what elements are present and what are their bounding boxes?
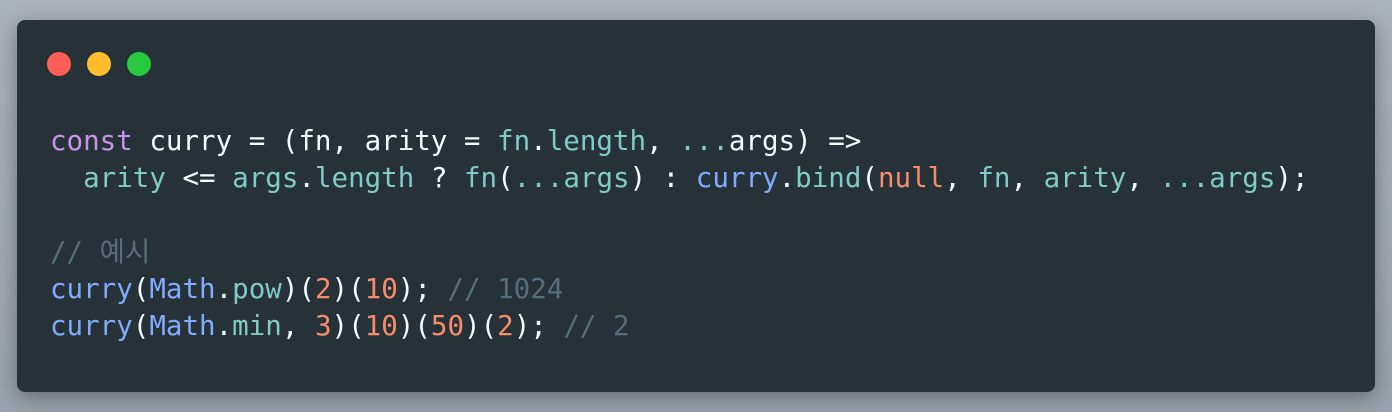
code-token: 3 xyxy=(314,310,332,342)
code-token: <= xyxy=(165,162,233,194)
code-token: ... xyxy=(679,125,729,157)
code-token: ... xyxy=(513,162,564,194)
code-token: 50 xyxy=(430,310,465,342)
code-token: ); xyxy=(397,273,448,305)
code-token: Math xyxy=(149,273,216,305)
code-token: )( xyxy=(464,310,498,342)
code-token: bind xyxy=(795,162,862,194)
close-dot-icon[interactable] xyxy=(47,52,71,76)
code-token: fn xyxy=(463,162,498,194)
code-token: )( xyxy=(397,310,431,342)
code-token: , xyxy=(281,310,315,342)
code-comment: // 1024 xyxy=(447,273,564,305)
code-token: null xyxy=(877,162,945,194)
code-comment: // 예시 xyxy=(50,236,151,268)
code-token: args) => xyxy=(728,125,862,157)
code-token: . xyxy=(530,125,547,157)
code-token: curry xyxy=(50,273,133,305)
code-token: 10 xyxy=(364,310,398,342)
code-token: ... xyxy=(1159,162,1210,194)
code-token: args xyxy=(1209,162,1276,194)
code-token: , xyxy=(1126,162,1160,194)
code-token: . xyxy=(298,162,315,194)
code-token: )( xyxy=(331,273,365,305)
code-token: . xyxy=(215,310,233,342)
code-token: ( xyxy=(132,273,150,305)
code-token: . xyxy=(215,273,233,305)
code-token: pow xyxy=(232,273,282,305)
code-comment: // 2 xyxy=(563,310,630,342)
code-token: args xyxy=(232,162,299,194)
code-window: const curry = (fn, arity = fn.length, ..… xyxy=(17,20,1375,392)
code-token: args xyxy=(563,162,630,194)
code-token: arity xyxy=(1043,162,1127,194)
code-line-5: curry(Math.pow)(2)(10); // 1024 xyxy=(50,271,1309,308)
code-token: length xyxy=(546,125,647,157)
code-token: arity xyxy=(83,162,166,194)
code-token: curry xyxy=(695,162,779,194)
code-block: const curry = (fn, arity = fn.length, ..… xyxy=(50,123,1309,345)
code-token: curry xyxy=(50,310,133,342)
code-token: ( xyxy=(132,310,150,342)
code-line-comment: // 예시 xyxy=(50,234,1309,271)
code-token: Math xyxy=(149,310,216,342)
code-token: 2 xyxy=(497,310,514,342)
code-token: ( xyxy=(861,162,878,194)
code-token: ); xyxy=(513,310,564,342)
code-token: ( xyxy=(497,162,514,194)
code-token: . xyxy=(778,162,796,194)
code-token: ); xyxy=(1275,162,1309,194)
code-token: fn xyxy=(977,162,1011,194)
code-token: const xyxy=(50,125,133,157)
code-token: ? xyxy=(414,162,464,194)
code-token: 10 xyxy=(364,273,398,305)
code-token: , xyxy=(646,125,680,157)
code-token: )( xyxy=(331,310,365,342)
code-token: )( xyxy=(281,273,315,305)
code-token: , xyxy=(1010,162,1044,194)
code-line-1: const curry = (fn, arity = fn.length, ..… xyxy=(50,123,1309,160)
window-controls xyxy=(47,52,151,76)
code-token: , xyxy=(944,162,978,194)
code-line-2: arity <= args.length ? fn(...args) : cur… xyxy=(50,160,1309,197)
code-token: fn xyxy=(497,125,531,157)
minimize-dot-icon[interactable] xyxy=(87,52,111,76)
maximize-dot-icon[interactable] xyxy=(127,52,151,76)
code-token: 2 xyxy=(314,273,332,305)
code-token: curry = (fn, arity = xyxy=(132,125,498,157)
code-token: min xyxy=(232,310,282,342)
code-token: ) : xyxy=(629,162,696,194)
code-line-6: curry(Math.min, 3)(10)(50)(2); // 2 xyxy=(50,308,1309,345)
code-token: length xyxy=(314,162,415,194)
